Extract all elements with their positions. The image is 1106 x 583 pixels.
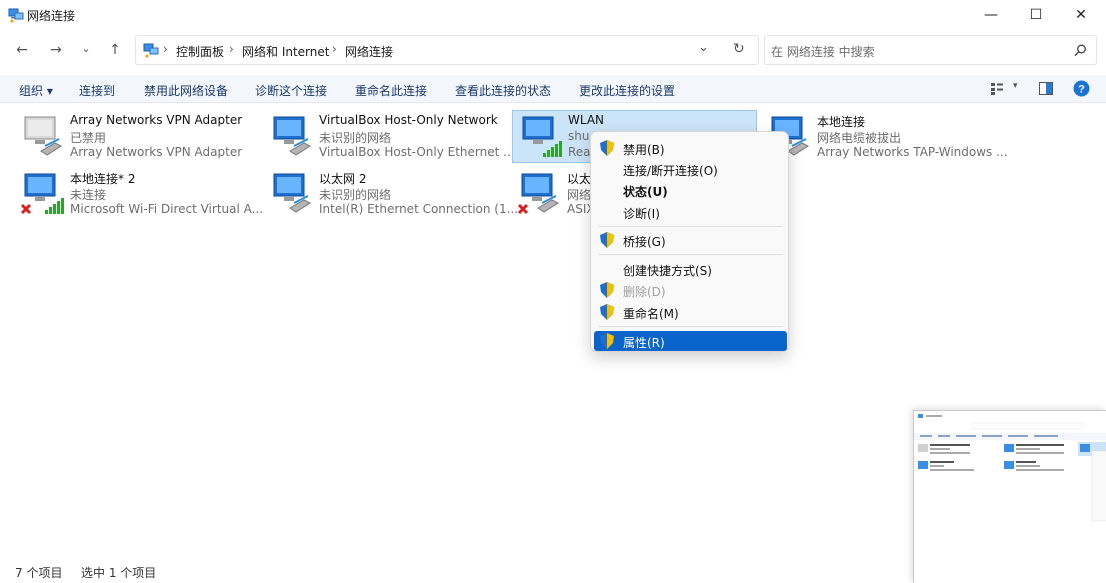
breadcrumb-separator: ›	[229, 42, 234, 56]
wifi-adapter-icon	[522, 116, 562, 157]
menu-separator	[599, 226, 782, 227]
menu-item-bridge[interactable]: 桥接(G)	[594, 230, 787, 250]
uac-shield-icon	[600, 282, 614, 298]
view-status-button[interactable]: 查看此连接的状态	[455, 82, 551, 99]
breadcrumb-separator: ›	[332, 42, 337, 56]
address-dropdown-icon[interactable]: ⌄	[698, 40, 709, 55]
diagnose-button[interactable]: 诊断这个连接	[255, 82, 327, 99]
uac-shield-icon	[600, 232, 614, 248]
menu-item-status[interactable]: 状态(U)	[594, 180, 787, 200]
list-item[interactable]: VirtualBox Host-Only Network 未识别的网络 Virt…	[264, 111, 515, 165]
address-bar[interactable]: › 控制面板 › 网络和 Internet › 网络连接 ⌄ ↻	[135, 35, 759, 65]
breadcrumb-separator: ›	[163, 42, 168, 56]
uac-shield-icon	[600, 140, 614, 156]
ethernet-adapter-icon	[517, 173, 560, 215]
disable-device-button[interactable]: 禁用此网络设备	[144, 82, 228, 99]
list-item[interactable]: 本地连接* 2 未连接 Microsoft Wi-Fi Direct Virtu…	[15, 168, 264, 222]
connection-status: 已禁用	[70, 131, 107, 145]
connection-device: Array Networks VPN Adapter	[70, 145, 243, 159]
preview-pane-icon[interactable]	[1039, 82, 1053, 95]
connection-device: Rea	[568, 145, 591, 159]
help-icon[interactable]: ?	[1073, 80, 1090, 97]
item-count: 7 个项目	[15, 566, 63, 580]
uac-shield-icon	[600, 304, 614, 320]
selected-count: 选中 1 个项目	[81, 566, 157, 580]
uac-shield-icon	[600, 333, 614, 349]
list-item[interactable]: 以太网 2 未识别的网络 Intel(R) Ethernet Connectio…	[264, 168, 518, 222]
search-placeholder: 在 网络连接 中搜索	[771, 45, 875, 59]
ethernet-adapter-icon	[273, 173, 312, 213]
connection-status: 未识别的网络	[319, 131, 392, 145]
connection-name: Array Networks VPN Adapter	[70, 113, 243, 127]
connection-status: 网络	[567, 188, 592, 202]
list-item[interactable]: Array Networks VPN Adapter 已禁用 Array Net…	[15, 111, 260, 165]
breadcrumb-network-connections[interactable]: 网络连接	[345, 43, 393, 60]
change-settings-button[interactable]: 更改此连接的设置	[579, 82, 675, 99]
view-options-dropdown-icon[interactable]: ▾	[1013, 81, 1018, 91]
network-adapter-icon	[24, 116, 63, 156]
menu-item-properties[interactable]: 属性(R)	[594, 331, 787, 351]
network-folder-icon	[143, 43, 159, 58]
wifi-direct-adapter-icon	[20, 173, 64, 215]
back-button[interactable]: ←	[12, 41, 32, 59]
rename-button[interactable]: 重命名此连接	[355, 82, 427, 99]
view-options-icon[interactable]	[991, 83, 1005, 95]
thumbnail-graphic	[914, 411, 1106, 522]
connection-name: 以太网 2	[319, 172, 367, 186]
search-icon[interactable]	[1074, 44, 1087, 57]
connection-device: Intel(R) Ethernet Connection (1...	[319, 202, 519, 216]
connection-device: VirtualBox Host-Only Ethernet ...	[319, 145, 515, 159]
connection-status: shu	[568, 129, 590, 143]
menu-item-diagnose[interactable]: 诊断(I)	[594, 202, 787, 222]
refresh-icon[interactable]: ↻	[733, 41, 745, 57]
up-button[interactable]: ↑	[105, 41, 125, 59]
breadcrumb-network-internet[interactable]: 网络和 Internet	[242, 43, 329, 60]
recent-locations-button[interactable]: ⌄	[76, 39, 96, 57]
organize-button[interactable]: 组织 ▾	[19, 82, 53, 99]
search-input[interactable]: 在 网络连接 中搜索	[764, 35, 1097, 65]
menu-separator	[599, 326, 782, 327]
menu-item-create-shortcut[interactable]: 创建快捷方式(S)	[594, 259, 787, 279]
title-bar: 网络连接 — ☐ ✕	[0, 0, 1106, 30]
connection-name: 本地连接	[817, 115, 866, 129]
menu-separator	[599, 254, 782, 255]
svg-text:?: ?	[1078, 84, 1085, 96]
connection-device: Microsoft Wi-Fi Direct Virtual A...	[70, 202, 264, 216]
menu-item-disable[interactable]: 禁用(B)	[594, 138, 787, 158]
maximize-button[interactable]: ☐	[1013, 0, 1059, 30]
context-menu: 禁用(B) 连接/断开连接(O) 状态(U) 诊断(I) 桥接(G) 创建快捷方…	[590, 131, 789, 352]
connection-status: 未连接	[70, 188, 107, 202]
connection-name: 本地连接* 2	[70, 172, 136, 186]
connection-name: WLAN	[568, 113, 605, 127]
menu-item-connect[interactable]: 连接/断开连接(O)	[594, 159, 787, 179]
minimize-button[interactable]: —	[968, 0, 1014, 30]
command-bar: 组织 ▾ 连接到 禁用此网络设备 诊断这个连接 重命名此连接 查看此连接的状态 …	[0, 75, 1106, 103]
status-bar: 7 个项目 选中 1 个项目	[0, 560, 1106, 583]
connection-name: VirtualBox Host-Only Network	[319, 113, 498, 127]
network-connections-icon	[8, 8, 24, 23]
connection-name: 以太	[567, 172, 592, 186]
connect-to-button[interactable]: 连接到	[79, 82, 115, 99]
window-title: 网络连接	[27, 9, 76, 23]
connection-status: 网络电缆被拔出	[817, 131, 902, 145]
window-thumbnail-preview	[913, 410, 1106, 583]
connection-device: Array Networks TAP-Windows ...	[817, 145, 1008, 159]
list-item[interactable]: 本地连接 网络电缆被拔出 Array Networks TAP-Windows …	[762, 111, 1008, 165]
menu-item-rename[interactable]: 重命名(M)	[594, 302, 787, 322]
close-button[interactable]: ✕	[1058, 0, 1104, 30]
breadcrumb-control-panel[interactable]: 控制面板	[176, 43, 224, 60]
network-adapter-icon	[273, 116, 312, 156]
forward-button[interactable]: →	[46, 41, 66, 59]
connection-status: 未识别的网络	[319, 188, 392, 202]
menu-item-delete: 删除(D)	[594, 280, 787, 300]
